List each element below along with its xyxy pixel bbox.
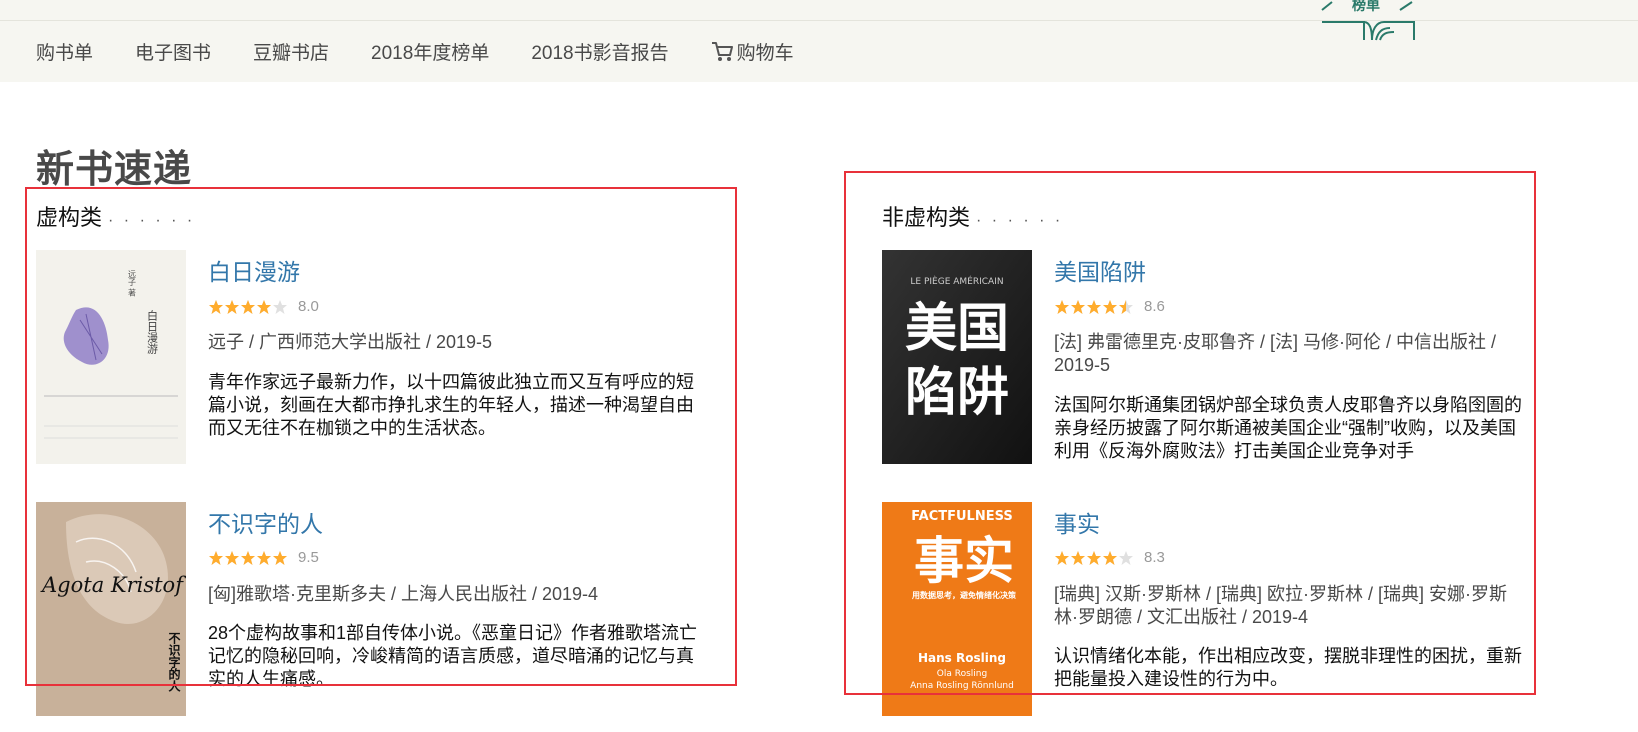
cover-title: Agota Kristof [40, 573, 186, 597]
star-icon [257, 550, 271, 565]
book-cover[interactable]: Agota Kristof 不识字的人 [36, 502, 186, 716]
star-icon [1087, 550, 1101, 565]
star-icon [241, 550, 255, 565]
nav-item-book-list[interactable]: 购书单 [36, 38, 93, 65]
star-icon [1119, 550, 1133, 565]
book-meta: [匈]雅歌塔·克里斯多夫 / 上海人民出版社 / 2019-4 [208, 584, 599, 604]
cart-icon [711, 41, 733, 61]
book-description: 法国阿尔斯通集团锅炉部全球负责人皮耶鲁齐以身陷囹圄的亲身经历披露了阿尔斯通被美国… [1054, 395, 1522, 461]
book-rating: 8.0 [208, 298, 319, 315]
star-icon [241, 299, 255, 314]
book-meta: [法] 弗雷德里克·皮耶鲁齐 / [法] 马修·阿伦 / 中信出版社 / 201… [1054, 332, 1496, 375]
book-title[interactable]: 不识字的人 [208, 505, 323, 539]
nav-item-douban-store[interactable]: 豆瓣书店 [253, 38, 329, 65]
star-rating [208, 550, 288, 566]
fiction-heading-label: 虚构类 [36, 205, 103, 230]
star-icon [1103, 299, 1117, 314]
book-rating: 8.6 [1054, 298, 1165, 315]
star-icon [1055, 299, 1069, 314]
rating-value: 8.6 [1144, 298, 1165, 315]
star-icon [273, 299, 287, 314]
book-cover[interactable]: 远子 著 白日漫游 [36, 250, 186, 464]
cover-author-1: Hans Rosling [918, 651, 1006, 665]
nav-item-cart[interactable]: 购物车 [711, 38, 794, 65]
star-rating [1054, 299, 1134, 315]
book-description: 认识情绪化本能，作出相应改变，摆脱非理性的困扰，重新把能量投入建设性的行为中。 [1054, 646, 1522, 689]
heading-dots: · · · · · · [108, 212, 196, 229]
star-icon [225, 299, 239, 314]
page-title: 新书速递 [36, 149, 193, 191]
cover-top-text: LE PIÈGE AMÉRICAIN [910, 275, 1003, 287]
nav-item-annual-list[interactable]: 2018年度榜单 [371, 38, 489, 65]
star-icon [1071, 299, 1085, 314]
logo-text: 榜单 [1352, 0, 1380, 14]
cover-author-2: Ola Rosling [937, 669, 987, 679]
top-nav-bar: 购书单 电子图书 豆瓣书店 2018年度榜单 2018书影音报告 购物车 榜单 [0, 0, 1638, 82]
nonfiction-heading-label: 非虚构类 [882, 205, 971, 230]
cover-title: 白日漫游 [146, 309, 159, 354]
cover-big-title: 事实 [914, 532, 1014, 590]
book-description: 青年作家远子最新力作，以十四篇彼此独立而又互有呼应的短篇小说，刻画在大都市挣扎求… [208, 372, 694, 438]
star-icon [1055, 550, 1069, 565]
book-title[interactable]: 美国陷阱 [1054, 253, 1146, 287]
cover-author: 远子 著 [128, 270, 137, 298]
book-title[interactable]: 事实 [1054, 505, 1100, 539]
nonfiction-heading: 非虚构类 · · · · · · [882, 200, 1063, 232]
book-description: 28个虚构故事和1部自传体小说。《恶童日记》作者雅歌塔流亡记忆的隐秘回响，冷峻精… [208, 623, 698, 688]
book-rating: 9.5 [208, 549, 319, 566]
book-rating: 8.3 [1054, 549, 1165, 566]
cover-line-2: 陷阱 [905, 363, 1009, 423]
star-icon [257, 299, 271, 314]
star-icon [225, 550, 239, 565]
annual-list-logo[interactable]: 榜单 [1320, 0, 1420, 44]
cover-art: Agota Kristof 不识字的人 [36, 502, 186, 716]
cover-art: FACTFULNESS 事实 用数据思考，避免情绪化决策 Hans Roslin… [882, 502, 1032, 716]
fiction-heading: 虚构类 · · · · · · [36, 200, 195, 232]
cart-label: 购物车 [736, 43, 794, 64]
book-title[interactable]: 白日漫游 [208, 253, 300, 287]
book-cover[interactable]: FACTFULNESS 事实 用数据思考，避免情绪化决策 Hans Roslin… [882, 502, 1032, 716]
book-cover[interactable]: LE PIÈGE AMÉRICAIN 美国 陷阱 [882, 250, 1032, 464]
rating-value: 9.5 [298, 549, 319, 566]
cover-art: LE PIÈGE AMÉRICAIN 美国 陷阱 [882, 250, 1032, 464]
rating-value: 8.3 [1144, 549, 1165, 566]
rating-value: 8.0 [298, 298, 319, 315]
book-meta: [瑞典] 汉斯·罗斯林 / [瑞典] 欧拉·罗斯林 / [瑞典] 安娜·罗斯林·… [1054, 584, 1507, 627]
nav-item-ebooks[interactable]: 电子图书 [135, 38, 211, 65]
star-icon [209, 550, 223, 565]
book-meta: 远子 / 广西师范大学出版社 / 2019-5 [208, 332, 493, 352]
star-icon [209, 299, 223, 314]
cover-author-3: Anna Rosling Rönnlund [910, 681, 1014, 691]
cover-art: 远子 著 白日漫游 [36, 250, 186, 464]
star-rating [208, 299, 288, 315]
star-icon [273, 550, 287, 565]
cover-subtitle: 用数据思考，避免情绪化决策 [911, 590, 1017, 600]
main-nav: 购书单 电子图书 豆瓣书店 2018年度榜单 2018书影音报告 购物车 [36, 38, 836, 65]
star-icon [1071, 550, 1085, 565]
star-rating [1054, 550, 1134, 566]
star-icon [1087, 299, 1101, 314]
cover-top-text: FACTFULNESS [911, 509, 1012, 524]
star-icon [1119, 299, 1133, 314]
cover-line-1: 美国 [905, 299, 1009, 359]
cover-cn-title: 不识字的人 [167, 632, 181, 692]
star-icon [1103, 550, 1117, 565]
nav-item-annual-report[interactable]: 2018书影音报告 [531, 38, 668, 65]
heading-dots: · · · · · · [976, 212, 1064, 229]
